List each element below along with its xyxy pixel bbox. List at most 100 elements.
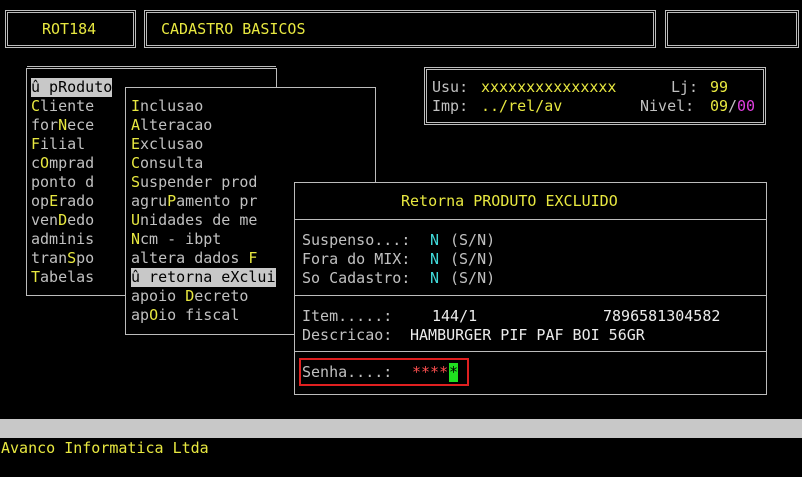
nivel-sep: / <box>728 97 738 115</box>
main-menu-item[interactable]: tranSpo <box>31 249 94 268</box>
main-menu-item-label: ponto d <box>31 173 95 191</box>
mix-hint: (S/N) <box>450 250 496 268</box>
main-menu-item-label-rest: edo <box>67 211 95 229</box>
main-menu-item-label-rest: rado <box>58 192 95 210</box>
sub-menu-item[interactable]: Consulta <box>131 154 203 173</box>
nivel-label: Nivel: <box>640 97 695 115</box>
retorna-dialog: Retorna PRODUTO EXCLUIDO Suspenso...: N … <box>294 182 767 395</box>
sub-menu-item[interactable]: altera dados F <box>131 249 257 268</box>
main-menu-item[interactable]: ponto d <box>31 173 94 192</box>
senha-input[interactable]: **** <box>412 363 448 382</box>
sub-menu-item[interactable]: apoio Decreto <box>131 287 248 306</box>
main-menu-item[interactable]: Cliente <box>31 97 94 116</box>
main-menu-item-label-rest: ilial <box>40 135 86 153</box>
suspenso-field[interactable]: N <box>430 231 439 250</box>
cadastro-field[interactable]: N <box>430 269 439 288</box>
routine-code: ROT184 <box>42 20 97 38</box>
lj-label: Lj: <box>671 78 699 96</box>
suspenso-label: Suspenso...: <box>302 231 411 249</box>
item-barcode: 7896581304582 <box>603 307 721 325</box>
nivel-value-a: 09 <box>710 97 729 115</box>
main-menu-item-label: op <box>31 192 50 210</box>
sub-menu-item[interactable]: û retorna eXclui <box>131 268 276 287</box>
sub-menu-item[interactable]: agruPamento pr <box>131 192 257 211</box>
item-value: 144/1 <box>432 307 478 325</box>
cadastro-hint: (S/N) <box>450 269 496 287</box>
main-menu-item-hotkey: T <box>31 268 41 286</box>
suspenso-hint: (S/N) <box>450 231 496 249</box>
main-menu-item-label-rest: po <box>76 249 95 267</box>
status-bar <box>0 419 802 438</box>
sub-menu-item-label: û retorna eXclui <box>131 268 276 286</box>
main-menu-item-hotkey: C <box>31 97 41 115</box>
sub-menu-item-hotkey: N <box>131 230 141 248</box>
sub-menu-item[interactable]: Exclusao <box>131 135 203 154</box>
sub-menu-item-hotkey: I <box>131 97 141 115</box>
title-box: CADASTRO BASICOS <box>144 10 656 48</box>
sub-menu-item-label-rest: uspender prod <box>140 173 258 191</box>
sub-menu-item-hotkey: U <box>131 211 141 229</box>
main-menu-item-label-rest: mprad <box>49 154 95 172</box>
main-menu-item-label: c <box>31 154 41 172</box>
senha-label: Senha....: <box>302 363 393 381</box>
main-menu-item-hotkey: E <box>49 192 59 210</box>
sub-menu-item-label-rest: lteracao <box>140 116 213 134</box>
main-menu-item[interactable]: û pRoduto <box>31 78 113 97</box>
main-menu-item[interactable]: Tabelas <box>31 268 94 287</box>
main-menu-item[interactable]: Filial <box>31 135 85 154</box>
usu-label: Usu: <box>432 78 469 96</box>
screen-title: CADASTRO BASICOS <box>161 20 306 38</box>
descricao-label: Descricao: <box>302 326 393 344</box>
lj-value: 99 <box>710 78 729 96</box>
dialog-title: Retorna PRODUTO EXCLUIDO <box>401 192 618 210</box>
imp-value: ../rel/av <box>481 97 563 115</box>
sub-menu-item-label-rest: cm - ibpt <box>140 230 222 248</box>
sub-menu-item-hotkey: P <box>167 192 177 210</box>
routine-box: ROT184 <box>5 10 136 48</box>
sub-menu-item[interactable]: Inclusao <box>131 97 203 116</box>
sub-menu-item-label-rest: onsulta <box>140 154 204 172</box>
sub-menu-item-label-rest: nclusao <box>140 97 204 115</box>
usu-value: xxxxxxxxxxxxxxx <box>481 78 617 96</box>
main-menu-item-label-rest: ece <box>67 116 95 134</box>
main-menu-item-hotkey: O <box>40 154 50 172</box>
mix-field[interactable]: N <box>430 250 439 269</box>
cadastro-label: So Cadastro: <box>302 269 411 287</box>
sub-menu-item-hotkey: F <box>248 249 258 267</box>
sub-menu-item-hotkey: E <box>131 135 141 153</box>
main-menu-item[interactable]: cOmprad <box>31 154 94 173</box>
main-menu-item-label: û pRoduto <box>31 78 113 96</box>
sub-menu-item-hotkey: D <box>185 287 195 305</box>
sub-menu-item[interactable]: Alteracao <box>131 116 212 135</box>
sub-menu-item-hotkey: O <box>149 306 159 324</box>
sub-menu-item-hotkey: C <box>131 154 141 172</box>
main-menu-item-label-rest: liente <box>40 97 95 115</box>
main-menu-item[interactable]: venDedo <box>31 211 94 230</box>
header-right-box <box>665 10 799 48</box>
sub-menu-item[interactable]: Suspender prod <box>131 173 257 192</box>
main-menu-item[interactable]: adminis <box>31 230 94 249</box>
sub-menu-item-label-rest: io fiscal <box>158 306 240 324</box>
sub-menu-item-label-rest: xclusao <box>140 135 204 153</box>
sub-menu-item-label-rest: nidades de me <box>140 211 258 229</box>
main-menu-item[interactable]: forNece <box>31 116 94 135</box>
text-cursor: * <box>449 363 459 382</box>
main-menu-item-hotkey: F <box>31 135 41 153</box>
sub-menu-item[interactable]: Unidades de me <box>131 211 257 230</box>
sub-menu-item-hotkey: S <box>131 173 141 191</box>
mix-label: Fora do MIX: <box>302 250 411 268</box>
sub-menu-item-label-rest: ecreto <box>194 287 249 305</box>
main-menu-item-hotkey: N <box>58 116 68 134</box>
sub-menu-item-hotkey: A <box>131 116 141 134</box>
sub-menu-item-label: altera dados <box>131 249 249 267</box>
main-menu-item-label: tran <box>31 249 68 267</box>
sub-menu-item[interactable]: apOio fiscal <box>131 306 239 325</box>
sub-menu-item[interactable]: Ncm - ibpt <box>131 230 221 249</box>
main-menu-item-label: ven <box>31 211 59 229</box>
company-name: Avanco Informatica Ltda <box>1 439 209 457</box>
sub-menu-item-label: agru <box>131 192 168 210</box>
main-menu-item-label: adminis <box>31 230 95 248</box>
main-menu-item[interactable]: opErado <box>31 192 94 211</box>
user-info-box: Usu: xxxxxxxxxxxxxxx Lj: 99 Imp: ../rel/… <box>424 67 766 125</box>
descricao-value: HAMBURGER PIF PAF BOI 56GR <box>410 326 645 344</box>
